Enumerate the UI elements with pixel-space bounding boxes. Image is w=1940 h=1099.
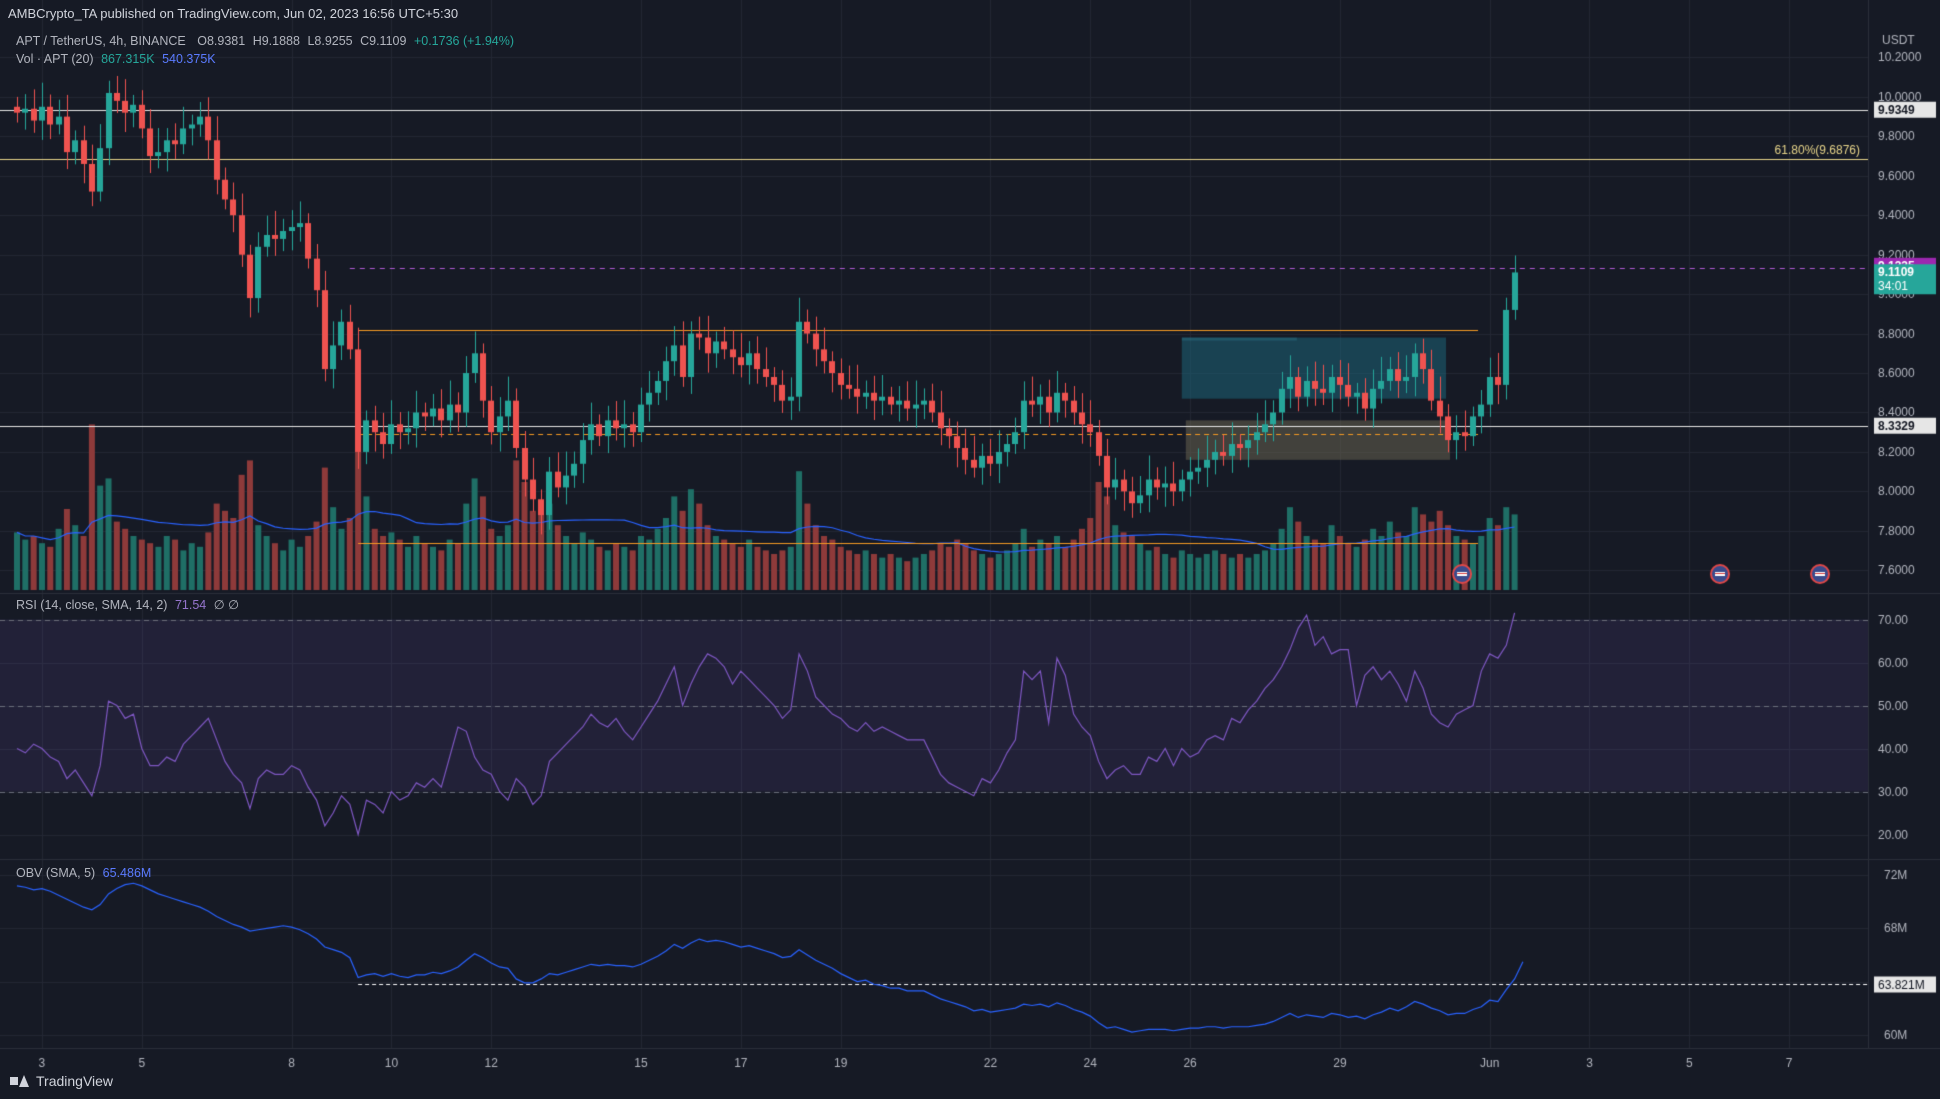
volume-ma-value: 540.375K — [162, 52, 216, 66]
symbol-label[interactable]: APT / TetherUS, 4h, BINANCE — [16, 34, 186, 48]
volume-legend: Vol · APT (20) 867.315K 540.375K — [16, 52, 216, 66]
tradingview-logo-icon — [10, 1074, 30, 1088]
obv-label[interactable]: OBV (SMA, 5) — [16, 866, 95, 880]
rsi-legend: RSI (14, close, SMA, 14, 2) 71.54 ∅ ∅ — [16, 597, 239, 612]
ohlc-change: +0.1736 (+1.94%) — [413, 34, 515, 48]
obv-value: 65.486M — [102, 866, 152, 880]
publisher-header: AMBCrypto_TA published on TradingView.co… — [8, 6, 459, 21]
price-legend: APT / TetherUS, 4h, BINANCE O8.9381 H9.1… — [16, 34, 514, 48]
ohlc-open: O8.9381 — [197, 34, 246, 48]
ohlc-high: H9.1888 — [252, 34, 300, 48]
obv-legend: OBV (SMA, 5) 65.486M — [16, 866, 151, 880]
trading-chart-canvas[interactable] — [0, 0, 1940, 1099]
volume-label[interactable]: Vol · APT (20) — [16, 52, 94, 66]
rsi-label[interactable]: RSI (14, close, SMA, 14, 2) — [16, 598, 167, 612]
brand-label: TradingView — [36, 1073, 114, 1089]
volume-value: 867.315K — [101, 52, 155, 66]
rsi-extra: ∅ ∅ — [213, 598, 239, 612]
rsi-value: 71.54 — [174, 598, 207, 612]
ohlc-low: L8.9255 — [307, 34, 353, 48]
tradingview-brand[interactable]: TradingView — [10, 1073, 113, 1089]
ohlc-close: C9.1109 — [360, 34, 407, 48]
